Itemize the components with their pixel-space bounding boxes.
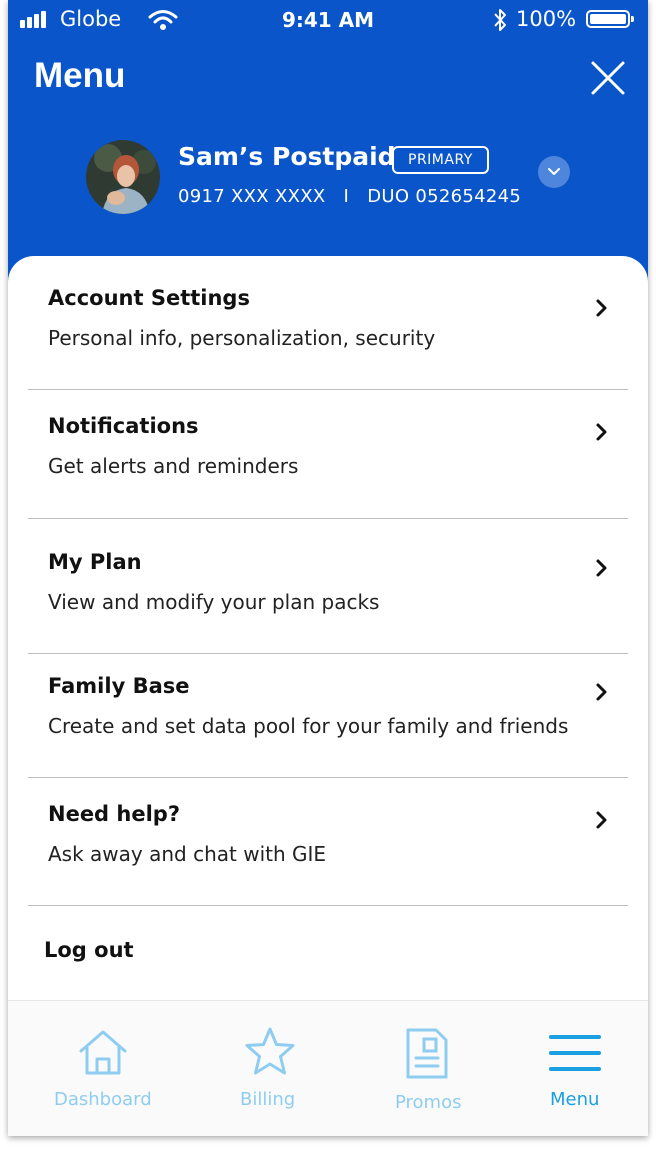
home-icon [79,1030,127,1075]
menu-item-my-plan[interactable]: My Plan View and modify your plan packs [28,550,628,646]
bottom-tab-bar: Dashboard Billing Promos Menu [8,1000,648,1136]
tab-promos[interactable]: Promos [378,1001,498,1136]
divider [28,653,628,654]
primary-badge: PRIMARY [392,146,489,174]
account-name: Sam’s Postpaid [178,142,396,171]
menu-item-account-settings[interactable]: Account Settings Personal info, personal… [28,286,628,382]
chevron-right-icon [596,559,607,577]
star-icon [245,1027,295,1075]
menu-item-subtitle: Ask away and chat with GIE [48,842,327,866]
tab-billing[interactable]: Billing [208,1001,328,1136]
avatar-image [86,140,160,214]
menu-item-subtitle: View and modify your plan packs [48,590,380,614]
tab-label: Billing [240,1089,296,1110]
tab-label: Dashboard [54,1089,152,1110]
battery-percent: 100% [516,7,577,31]
menu-item-title: Account Settings [48,286,250,310]
divider [28,777,628,778]
divider [28,905,628,906]
battery-icon [586,10,634,28]
menu-item-notifications[interactable]: Notifications Get alerts and reminders [28,414,628,510]
chevron-right-icon [596,423,607,441]
divider [28,389,628,390]
menu-item-subtitle: Get alerts and reminders [48,454,299,478]
menu-item-family-base[interactable]: Family Base Create and set data pool for… [28,674,628,770]
chevron-right-icon [596,683,607,701]
tab-label: Promos [395,1092,462,1113]
status-bar: Globe 9:41 AM 100% [8,0,648,44]
tab-label: Menu [550,1089,600,1110]
logout-button[interactable]: Log out [44,938,134,962]
bluetooth-icon [494,9,506,31]
menu-item-subtitle: Personal info, personalization, security [48,326,436,350]
tab-dashboard[interactable]: Dashboard [38,1001,168,1136]
menu-item-title: Need help? [48,802,181,826]
close-icon[interactable] [588,58,628,98]
phone-screen: Globe 9:41 AM 100% Menu Sam’s Postpaid P… [8,0,648,1136]
chevron-right-icon [596,811,607,829]
chevron-right-icon [596,299,607,317]
menu-item-need-help[interactable]: Need help? Ask away and chat with GIE [28,802,628,898]
chevron-down-icon [548,168,560,175]
document-icon [406,1028,448,1079]
account-numbers: 0917 XXX XXXX I DUO 052654245 [178,186,522,207]
menu-item-title: Family Base [48,674,190,698]
menu-item-title: My Plan [48,550,142,574]
menu-item-title: Notifications [48,414,199,438]
account-switch-button[interactable] [538,156,570,188]
menu-item-subtitle: Create and set data pool for your family… [48,714,569,738]
page-title: Menu [34,56,126,95]
tab-menu[interactable]: Menu [538,1001,638,1136]
avatar[interactable] [86,140,160,214]
divider [28,518,628,519]
hamburger-icon [549,1035,601,1071]
